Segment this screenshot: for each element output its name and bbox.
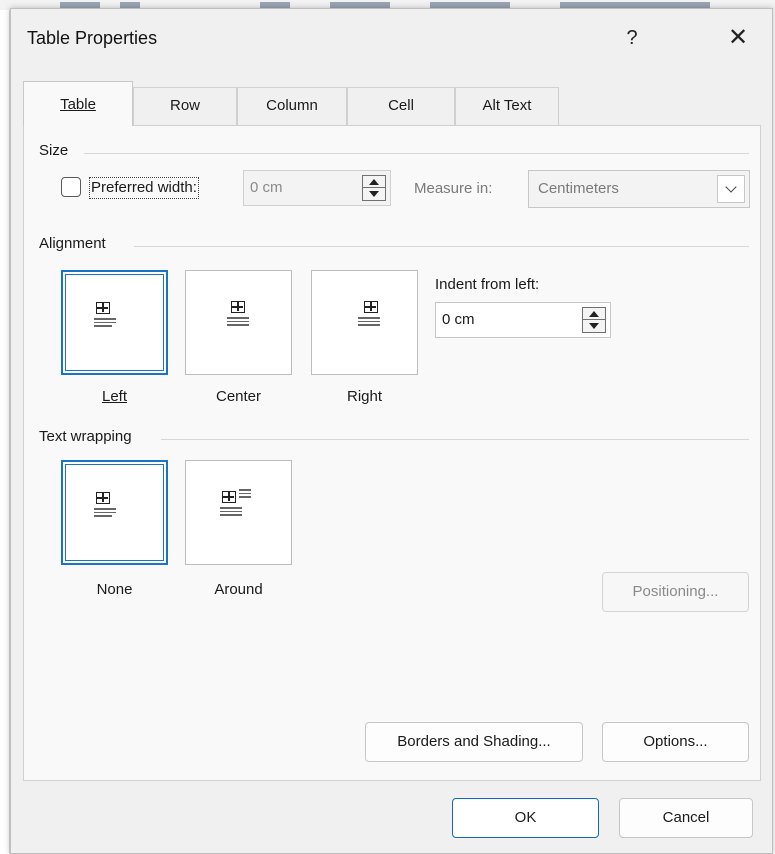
spin-up-icon[interactable] <box>363 176 385 188</box>
measure-in-label: Measure in: <box>414 180 493 197</box>
spin-down-icon[interactable] <box>583 320 605 332</box>
preferred-width-spin-buttons[interactable] <box>362 175 386 201</box>
close-button[interactable]: ✕ <box>716 21 760 55</box>
indent-from-left-label: Indent from left: <box>435 276 540 293</box>
size-divider <box>84 153 749 154</box>
measure-in-value: Centimeters <box>538 180 619 197</box>
tab-row-label: Row <box>169 97 200 114</box>
alignment-center-option[interactable] <box>185 270 292 375</box>
table-icon <box>364 301 378 313</box>
background-document-edge <box>0 10 10 854</box>
tab-row[interactable]: Row <box>133 87 237 125</box>
preferred-width-stepper[interactable]: 0 cm <box>243 170 391 206</box>
wrapping-none-option[interactable] <box>61 460 168 565</box>
alignment-section-label: Alignment <box>39 235 106 252</box>
ok-button[interactable]: OK <box>452 798 599 838</box>
alignment-left-option[interactable] <box>61 270 168 375</box>
alignment-center-label: Center <box>215 388 262 405</box>
table-icon <box>96 492 110 504</box>
alignment-right-option[interactable] <box>311 270 418 375</box>
preferred-width-value: 0 cm <box>250 179 283 196</box>
borders-and-shading-button[interactable]: Borders and Shading... <box>365 722 583 762</box>
tab-column[interactable]: Column <box>237 87 347 125</box>
text-lines-icon <box>94 318 116 329</box>
dialog-title: Table Properties <box>27 28 158 48</box>
wrapping-around-option[interactable] <box>185 460 292 565</box>
table-icon <box>222 491 236 503</box>
tab-cell-label: Cell <box>388 97 414 114</box>
spin-down-icon[interactable] <box>363 188 385 200</box>
close-icon: ✕ <box>727 24 749 51</box>
tab-alt-text-label: Alt Text <box>482 97 532 114</box>
chevron-down-icon <box>725 181 737 193</box>
positioning-button[interactable]: Positioning... <box>602 572 749 612</box>
table-properties-dialog: Table Properties ? ✕ Table Row Column Ce… <box>10 8 773 854</box>
dropdown-arrow[interactable] <box>717 175 745 203</box>
table-icon <box>96 302 110 314</box>
text-wrapping-divider <box>161 439 749 440</box>
text-lines-icon <box>220 507 242 518</box>
help-button[interactable]: ? <box>615 21 649 55</box>
measure-in-select[interactable]: Centimeters <box>528 170 750 208</box>
preferred-width-checkbox[interactable] <box>61 177 81 197</box>
tab-panel-table: Size Preferred width: 0 cm Measure in: C… <box>23 125 761 781</box>
dialog-titlebar[interactable]: Table Properties ? ✕ <box>11 9 772 67</box>
text-wrapping-section-label: Text wrapping <box>39 428 132 445</box>
spin-up-icon[interactable] <box>583 308 605 320</box>
preferred-width-label[interactable]: Preferred width: <box>89 177 199 199</box>
wrapping-none-label: None <box>96 581 133 598</box>
alignment-right-label: Right <box>346 388 383 405</box>
wrapping-around-label: Around <box>214 581 263 598</box>
cancel-button[interactable]: Cancel <box>619 798 753 838</box>
tab-table-label: Table <box>60 96 96 113</box>
tab-cell[interactable]: Cell <box>347 87 455 125</box>
indent-value: 0 cm <box>442 311 475 328</box>
tab-table[interactable]: Table <box>23 81 133 126</box>
indent-from-left-stepper[interactable]: 0 cm <box>435 302 611 338</box>
alignment-left-label: Left <box>101 388 128 405</box>
tab-alt-text[interactable]: Alt Text <box>455 87 559 125</box>
size-section-label: Size <box>39 142 69 159</box>
tab-column-label: Column <box>266 97 318 114</box>
alignment-divider <box>134 246 749 247</box>
table-icon <box>231 301 245 313</box>
options-button[interactable]: Options... <box>602 722 749 762</box>
side-lines-icon <box>239 489 251 500</box>
indent-spin-buttons[interactable] <box>582 307 606 333</box>
text-lines-icon <box>358 317 380 328</box>
text-lines-icon <box>227 317 249 328</box>
text-lines-icon <box>94 508 116 519</box>
